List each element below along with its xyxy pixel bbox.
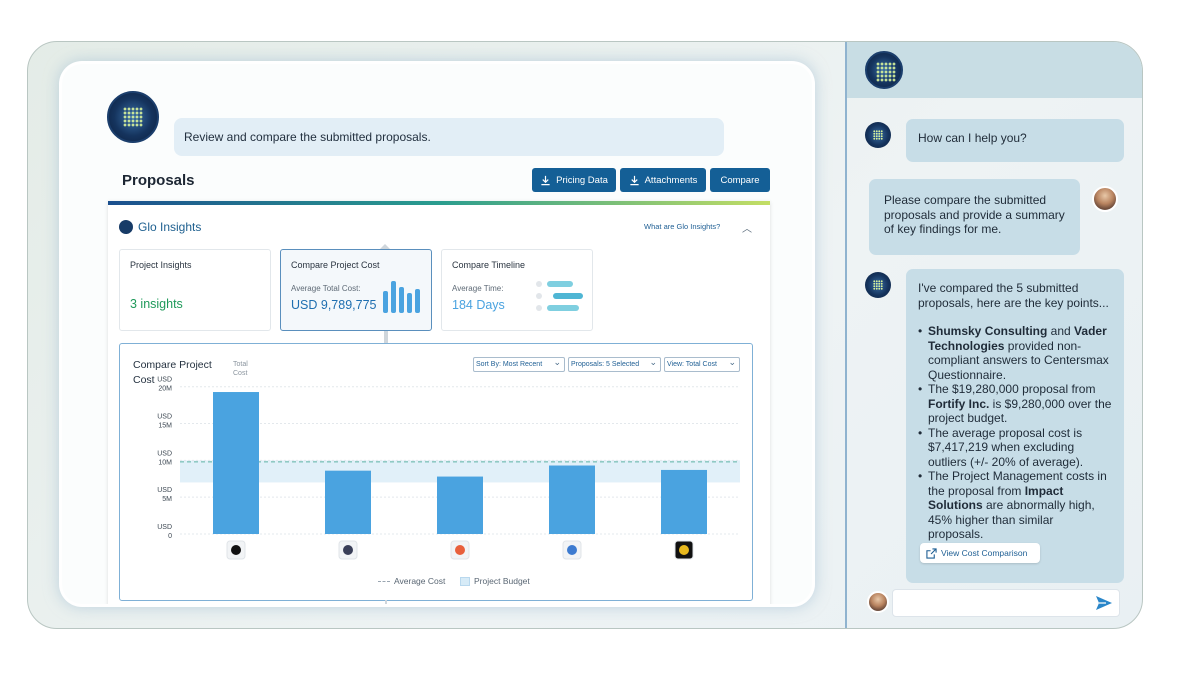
finding-item: The $19,280,000 proposal from Fortify In… <box>918 382 1112 426</box>
vendor-logo-mark <box>343 545 353 555</box>
tile-connector <box>384 331 388 343</box>
glo-logo-icon <box>119 220 133 234</box>
finding-highlight: Fortify Inc. <box>928 396 990 411</box>
glo-assistant-avatar <box>107 91 159 143</box>
compare-timeline-tile[interactable]: Compare Timeline Average Time: 184 Days <box>441 249 593 331</box>
attachments-label: Attachments <box>644 174 698 186</box>
response-intro: I've compared the 5 submitted proposals,… <box>918 281 1109 310</box>
cost-bar-chart: USD 0 USD 5M USD 10M USD 15M USD 20M <box>157 377 740 560</box>
send-icon[interactable] <box>1094 593 1114 613</box>
vendor-logo-mark <box>567 545 577 555</box>
page-title: Proposals <box>122 172 195 189</box>
timeline-icon <box>536 281 583 311</box>
compare-label: Compare <box>720 174 760 186</box>
user-avatar <box>1092 186 1118 212</box>
finding-text: The Project Management costs in the prop… <box>928 469 1107 498</box>
download-icon <box>541 175 550 185</box>
average-cost-value: USD 9,789,775 <box>291 298 377 312</box>
finding-text: and <box>1047 324 1075 338</box>
tile-subtitle: Average Total Cost: <box>291 284 361 293</box>
legend-budget: Project Budget <box>460 576 530 586</box>
download-icon <box>629 175 639 185</box>
y-tick-label: 0 <box>168 533 172 540</box>
finding-highlight: Shumsky Consulting <box>928 324 1048 338</box>
finding-item: The Project Management costs in the prop… <box>918 469 1112 542</box>
bar-3[interactable] <box>437 476 483 534</box>
project-insights-tile[interactable]: Project Insights 3 insights <box>119 249 271 331</box>
assistant-greeting: How can I help you? <box>906 119 1124 162</box>
average-time-value: 184 Days <box>452 298 505 312</box>
bar-chart-icon <box>383 281 420 313</box>
legend-average: Average Cost <box>378 576 445 586</box>
compare-project-cost-tile[interactable]: Compare Project Cost Average Total Cost:… <box>280 249 432 331</box>
y-tick-label: USD <box>157 487 172 494</box>
findings-list: Shumsky Consulting and Vader Technologie… <box>918 324 1112 542</box>
compare-button[interactable]: Compare <box>710 168 770 192</box>
legend-budget-label: Project Budget <box>474 576 530 586</box>
chat-input[interactable] <box>892 589 1120 617</box>
y-tick-label: 5M <box>162 496 172 503</box>
glo-insights-title: Glo Insights <box>138 220 202 234</box>
vendor-logo-mark <box>231 545 241 555</box>
legend-average-label: Average Cost <box>394 576 446 586</box>
y-tick-label: USD <box>157 377 172 384</box>
panel-connector <box>385 600 387 604</box>
insights-count: 3 insights <box>130 297 183 311</box>
bar-5[interactable] <box>661 469 707 534</box>
view-cost-comparison-button[interactable]: View Cost Comparison <box>920 543 1040 563</box>
assistant-avatar <box>865 272 891 298</box>
y-tick-label: USD <box>157 450 172 457</box>
assistant-avatar <box>865 122 891 148</box>
tile-title: Compare Timeline <box>452 260 526 270</box>
finding-item: The average proposal cost is $7,417,219 … <box>918 426 1112 470</box>
pricing-data-button[interactable]: Pricing Data <box>532 168 616 192</box>
vendor-logo-mark <box>679 545 689 555</box>
vendor-logo-mark <box>455 545 465 555</box>
external-link-icon <box>926 547 937 559</box>
y-tick-label: 15M <box>158 423 172 430</box>
prompt-bubble: Review and compare the submitted proposa… <box>174 118 724 156</box>
cost-chart-panel: Compare Project Cost Total Cost Sort By:… <box>119 343 753 601</box>
finding-text: The average proposal cost is $7,417,219 … <box>928 425 1084 469</box>
tile-title: Project Insights <box>130 260 192 270</box>
finding-text: The $19,280,000 proposal from <box>928 382 1096 396</box>
pricing-data-label: Pricing Data <box>556 174 608 186</box>
y-tick-label: 10M <box>158 459 172 466</box>
user-message: Please compare the submitted proposals a… <box>869 179 1080 255</box>
app-window: Review and compare the submitted proposa… <box>27 41 1143 629</box>
view-cost-comparison-label: View Cost Comparison <box>941 547 1028 558</box>
bar-1[interactable] <box>213 392 259 534</box>
finding-item: Shumsky Consulting and Vader Technologie… <box>918 324 1112 382</box>
y-tick-label: USD <box>157 414 172 421</box>
assistant-header-avatar <box>865 51 903 89</box>
y-tick-label: USD <box>157 524 172 531</box>
bar-2[interactable] <box>325 470 371 534</box>
attachments-button[interactable]: Attachments <box>620 168 706 192</box>
tile-subtitle: Average Time: <box>452 284 504 293</box>
panel-divider <box>845 42 847 628</box>
user-input-avatar <box>867 591 889 613</box>
glo-insights-panel: Glo Insights What are Glo Insights? ︿ Pr… <box>108 201 770 604</box>
tile-title: Compare Project Cost <box>291 260 380 270</box>
proposals-card: Review and compare the submitted proposa… <box>62 64 812 604</box>
assistant-response: I've compared the 5 submitted proposals,… <box>906 269 1124 583</box>
bar-4[interactable] <box>549 465 595 534</box>
what-are-glo-insights-link[interactable]: What are Glo Insights? <box>644 222 720 231</box>
collapse-chevron-icon[interactable]: ︿ <box>742 220 752 235</box>
y-tick-label: 20M <box>158 386 172 393</box>
